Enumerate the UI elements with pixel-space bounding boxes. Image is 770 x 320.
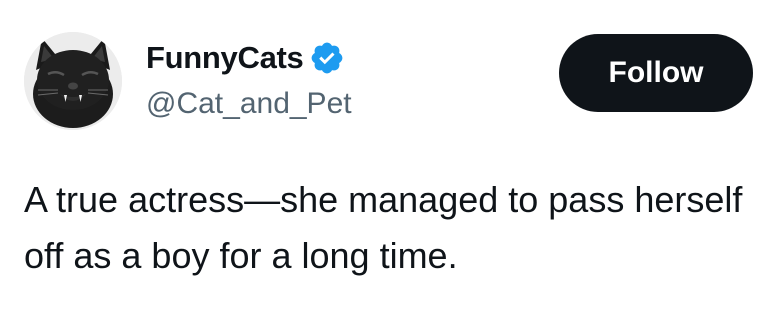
verified-badge-icon[interactable] (309, 40, 345, 76)
author-name-row: FunnyCats (146, 38, 345, 78)
tweet-card: FunnyCats @Cat_and_Pet Follow A true act… (0, 0, 770, 320)
avatar[interactable] (24, 32, 122, 130)
author-handle[interactable]: @Cat_and_Pet (146, 84, 352, 124)
follow-button[interactable]: Follow (559, 34, 753, 112)
black-cat-avatar-icon (24, 32, 122, 130)
display-name[interactable]: FunnyCats (146, 38, 304, 78)
tweet-text: A true actress—she managed to pass herse… (24, 179, 743, 276)
